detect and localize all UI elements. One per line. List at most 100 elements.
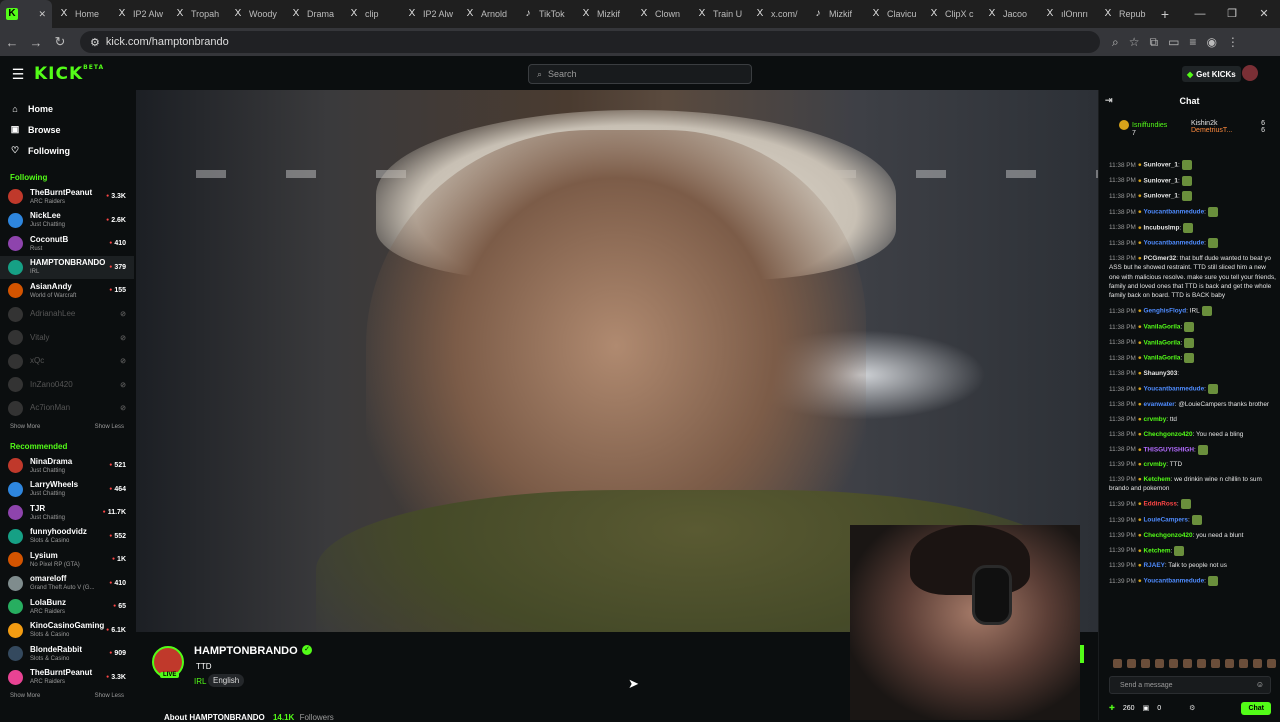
emote-icon[interactable]	[1113, 658, 1122, 668]
message-username[interactable]: VanilaGorila	[1144, 324, 1181, 331]
browser-tab[interactable]: Xclip	[342, 0, 400, 28]
sidebar-channel[interactable]: CoconutBRust410	[0, 232, 134, 256]
emote-icon[interactable]	[1183, 658, 1192, 668]
message-username[interactable]: Chechgonzo420	[1144, 431, 1193, 438]
nav-following[interactable]: ♡ Following	[0, 140, 134, 161]
emoji-picker-icon[interactable]: ☺	[1256, 680, 1264, 689]
restore-icon[interactable]: ❐	[1216, 0, 1248, 28]
message-username[interactable]: IncubusImp	[1144, 224, 1180, 231]
sidebar-channel[interactable]: omareloffGrand Theft Auto V (G...410	[0, 572, 134, 596]
sidebar-channel[interactable]: AdrianahLee ⊘	[0, 303, 134, 327]
close-window-icon[interactable]: ✕	[1248, 0, 1280, 28]
browser-tab[interactable]: X Arnold	[458, 0, 516, 28]
minimize-icon[interactable]: —	[1184, 0, 1216, 28]
channel-points-icon[interactable]: ✚	[1109, 704, 1115, 712]
sidebar-channel[interactable]: TJRJust Chatting11.7K	[0, 501, 134, 525]
chat-message-input[interactable]: Send a message ☺	[1109, 676, 1271, 694]
show-less-button[interactable]: Show Less	[95, 693, 124, 699]
chat-send-button[interactable]: Chat	[1241, 701, 1271, 715]
media-icon[interactable]: ≡	[1189, 35, 1196, 50]
sidebar-channel[interactable]: LysiumNo Pixel RP (GTA)1K	[0, 548, 134, 572]
sidebar-channel[interactable]: LarryWheelsJust Chatting464	[0, 478, 134, 502]
user-avatar[interactable]	[1242, 65, 1258, 81]
emote-icon[interactable]	[1225, 658, 1234, 668]
browser-tab[interactable]: K ✕	[0, 0, 52, 28]
sidebar-channel[interactable]: Ac7ionMan ⊘	[0, 397, 134, 421]
forward-icon[interactable]: →	[24, 35, 48, 50]
browser-tab[interactable]: X IP2 Alw	[400, 0, 458, 28]
cast-icon[interactable]: ▭	[1168, 35, 1179, 50]
chat-settings-icon[interactable]: ⚙	[1189, 704, 1195, 712]
browser-tab[interactable]: X Woody	[226, 0, 284, 28]
message-username[interactable]: Sunlover_1	[1144, 162, 1178, 169]
nav-browse[interactable]: ▣ Browse	[0, 119, 134, 140]
message-username[interactable]: VanilaGorila	[1144, 355, 1181, 362]
sidebar-channel[interactable]: BlondeRabbitSlots & Casino909	[0, 642, 134, 666]
reload-icon[interactable]: ↻	[48, 34, 72, 50]
browser-tab[interactable]: XılOnnrı	[1038, 0, 1096, 28]
browser-tab[interactable]: ♪ Mizkif	[806, 0, 864, 28]
message-username[interactable]: Youcantbanmedude	[1144, 240, 1205, 247]
sidebar-channel[interactable]: TheBurntPeanutARC Raiders3.3K	[0, 185, 134, 209]
message-username[interactable]: Chechgonzo420	[1144, 532, 1193, 539]
message-username[interactable]: Sunlover_1	[1144, 193, 1178, 200]
message-username[interactable]: crvmby	[1144, 416, 1167, 423]
emote-icon[interactable]	[1127, 658, 1136, 668]
sidebar-channel[interactable]: HAMPTONBRANDOIRL379	[0, 255, 134, 279]
url-field[interactable]: ⚙ kick.com/hamptonbrando	[80, 31, 1100, 53]
browser-tab[interactable]: Xx.com/	[748, 0, 806, 28]
sidebar-channel[interactable]: AsianAndyWorld of Warcraft155	[0, 279, 134, 303]
browser-tab[interactable]: X Repub	[1096, 0, 1154, 28]
emote-icon[interactable]	[1155, 658, 1164, 668]
extensions-icon[interactable]: ⧉	[1150, 35, 1159, 50]
sidebar-channel[interactable]: NinaDramaJust Chatting521	[0, 454, 134, 478]
zoom-icon[interactable]: ⌕	[1112, 35, 1119, 50]
message-username[interactable]: EddinRoss	[1144, 501, 1177, 508]
message-username[interactable]: GenghisFloyd	[1144, 308, 1187, 315]
message-username[interactable]: VanilaGorila	[1144, 339, 1181, 346]
message-username[interactable]: LouieCampers	[1144, 517, 1188, 524]
browser-tab[interactable]: X Home	[52, 0, 110, 28]
message-username[interactable]: RJAEY	[1144, 562, 1165, 569]
browser-tab[interactable]: X Tropah	[168, 0, 226, 28]
sidebar-channel[interactable]: LolaBunzARC Raiders65	[0, 595, 134, 619]
message-username[interactable]: Sunlover_1	[1144, 177, 1178, 184]
sidebar-channel[interactable]: TheBurntPeanutARC Raiders3.3K	[0, 666, 134, 690]
stream-language-tag[interactable]: English	[208, 674, 245, 687]
nav-home[interactable]: ⌂ Home	[0, 98, 134, 119]
close-tab-icon[interactable]: ✕	[38, 9, 46, 20]
leaderboard-item[interactable]: Kishin2k 6 DemetriusT... 6	[1191, 120, 1280, 134]
browser-tab[interactable]: X ClipX c	[922, 0, 980, 28]
sidebar-channel[interactable]: NickLeeJust Chatting2.6K	[0, 209, 134, 233]
emote-icon[interactable]	[1211, 658, 1220, 668]
streamer-name[interactable]: HAMPTONBRANDO	[194, 645, 298, 657]
browser-tab[interactable]: X Clavicu	[864, 0, 922, 28]
stream-category[interactable]: IRL	[194, 677, 206, 686]
show-less-button[interactable]: Show Less	[95, 424, 124, 430]
browser-tab[interactable]: X Drama	[284, 0, 342, 28]
subscription-icon[interactable]: ▣	[1143, 704, 1150, 712]
get-kicks-button[interactable]: ◆ Get KICKs	[1182, 66, 1241, 82]
message-username[interactable]: Youcantbanmedude	[1144, 578, 1205, 585]
browser-tab[interactable]: X IP2 Alw	[110, 0, 168, 28]
emote-icon[interactable]	[1253, 658, 1262, 668]
sidebar-channel[interactable]: funnyhoodvidzSlots & Casino552	[0, 525, 134, 549]
message-username[interactable]: crvmby	[1144, 461, 1167, 468]
new-tab-icon[interactable]: +	[1154, 6, 1176, 22]
message-username[interactable]: Ketchem	[1144, 476, 1171, 483]
emote-icon[interactable]	[1239, 658, 1248, 668]
profile-icon[interactable]: ◉	[1206, 35, 1216, 50]
message-username[interactable]: Shauny303	[1144, 370, 1178, 377]
sidebar-channel[interactable]: InZano0420 ⊘	[0, 373, 134, 397]
kick-logo[interactable]: KICKBETA	[34, 64, 104, 84]
browser-tab[interactable]: ♪ TikTok	[516, 0, 574, 28]
leaderboard-item[interactable]: Isniffundies 7	[1119, 120, 1189, 137]
emote-icon[interactable]	[1141, 658, 1150, 668]
message-username[interactable]: Youcantbanmedude	[1144, 386, 1205, 393]
site-info-icon[interactable]: ⚙	[90, 36, 100, 49]
message-username[interactable]: THISGUYISHIGH	[1144, 446, 1194, 453]
show-more-button[interactable]: Show More	[10, 424, 40, 430]
show-more-button[interactable]: Show More	[10, 693, 40, 699]
search-input[interactable]: ⌕ Search	[528, 64, 752, 84]
browser-tab[interactable]: X Train U	[690, 0, 748, 28]
